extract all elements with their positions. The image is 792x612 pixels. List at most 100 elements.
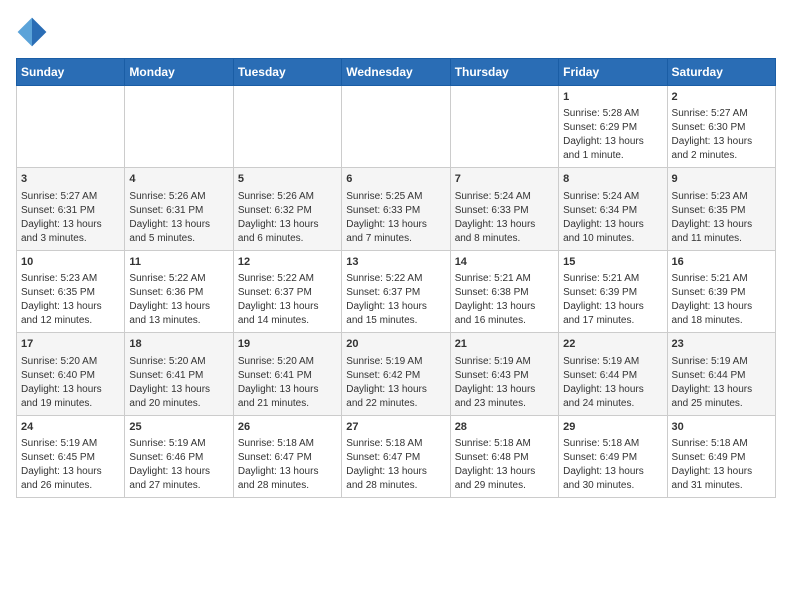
day-number: 8	[563, 172, 662, 187]
day-number: 7	[455, 172, 554, 187]
calendar-cell: 10Sunrise: 5:23 AMSunset: 6:35 PMDayligh…	[17, 250, 125, 332]
day-detail: Sunset: 6:31 PM	[21, 204, 120, 218]
day-detail: and 25 minutes.	[672, 397, 771, 411]
day-detail: Sunrise: 5:22 AM	[129, 272, 228, 286]
day-detail: Sunrise: 5:25 AM	[346, 190, 445, 204]
week-row-3: 10Sunrise: 5:23 AMSunset: 6:35 PMDayligh…	[17, 250, 776, 332]
day-detail: and 29 minutes.	[455, 479, 554, 493]
column-header-saturday: Saturday	[667, 59, 775, 86]
day-detail: Sunrise: 5:24 AM	[563, 190, 662, 204]
day-detail: Sunrise: 5:18 AM	[238, 437, 337, 451]
day-detail: Sunrise: 5:19 AM	[563, 355, 662, 369]
calendar-cell: 22Sunrise: 5:19 AMSunset: 6:44 PMDayligh…	[559, 333, 667, 415]
calendar-cell: 16Sunrise: 5:21 AMSunset: 6:39 PMDayligh…	[667, 250, 775, 332]
day-detail: and 31 minutes.	[672, 479, 771, 493]
day-number: 13	[346, 255, 445, 270]
day-detail: Sunrise: 5:22 AM	[346, 272, 445, 286]
day-detail: Sunset: 6:37 PM	[346, 286, 445, 300]
column-header-thursday: Thursday	[450, 59, 558, 86]
calendar-cell: 4Sunrise: 5:26 AMSunset: 6:31 PMDaylight…	[125, 168, 233, 250]
day-detail: Sunset: 6:38 PM	[455, 286, 554, 300]
day-detail: and 22 minutes.	[346, 397, 445, 411]
calendar-cell: 7Sunrise: 5:24 AMSunset: 6:33 PMDaylight…	[450, 168, 558, 250]
calendar-cell: 15Sunrise: 5:21 AMSunset: 6:39 PMDayligh…	[559, 250, 667, 332]
day-detail: Sunrise: 5:27 AM	[672, 107, 771, 121]
day-detail: and 28 minutes.	[346, 479, 445, 493]
day-detail: Sunset: 6:49 PM	[563, 451, 662, 465]
day-detail: and 15 minutes.	[346, 314, 445, 328]
day-number: 29	[563, 420, 662, 435]
logo	[16, 16, 52, 48]
day-number: 5	[238, 172, 337, 187]
day-detail: Sunset: 6:40 PM	[21, 369, 120, 383]
day-detail: Sunrise: 5:19 AM	[21, 437, 120, 451]
day-number: 30	[672, 420, 771, 435]
day-detail: Daylight: 13 hours	[672, 135, 771, 149]
day-detail: Sunset: 6:45 PM	[21, 451, 120, 465]
day-detail: Sunset: 6:39 PM	[672, 286, 771, 300]
day-detail: Sunrise: 5:27 AM	[21, 190, 120, 204]
day-number: 10	[21, 255, 120, 270]
day-detail: Sunset: 6:49 PM	[672, 451, 771, 465]
day-detail: and 6 minutes.	[238, 232, 337, 246]
day-detail: Sunrise: 5:21 AM	[563, 272, 662, 286]
day-detail: Daylight: 13 hours	[21, 465, 120, 479]
day-number: 6	[346, 172, 445, 187]
calendar-cell	[125, 86, 233, 168]
day-number: 24	[21, 420, 120, 435]
day-detail: Daylight: 13 hours	[21, 300, 120, 314]
day-detail: Sunrise: 5:18 AM	[563, 437, 662, 451]
day-detail: and 8 minutes.	[455, 232, 554, 246]
day-detail: Daylight: 13 hours	[346, 300, 445, 314]
day-detail: Sunrise: 5:21 AM	[672, 272, 771, 286]
day-number: 12	[238, 255, 337, 270]
day-detail: Sunrise: 5:20 AM	[238, 355, 337, 369]
day-detail: and 26 minutes.	[21, 479, 120, 493]
day-detail: Sunset: 6:47 PM	[238, 451, 337, 465]
calendar-cell: 30Sunrise: 5:18 AMSunset: 6:49 PMDayligh…	[667, 415, 775, 497]
day-detail: and 12 minutes.	[21, 314, 120, 328]
day-detail: and 11 minutes.	[672, 232, 771, 246]
day-detail: and 17 minutes.	[563, 314, 662, 328]
day-detail: and 27 minutes.	[129, 479, 228, 493]
day-number: 4	[129, 172, 228, 187]
calendar-cell	[233, 86, 341, 168]
calendar-cell: 28Sunrise: 5:18 AMSunset: 6:48 PMDayligh…	[450, 415, 558, 497]
calendar-cell: 9Sunrise: 5:23 AMSunset: 6:35 PMDaylight…	[667, 168, 775, 250]
day-detail: Daylight: 13 hours	[672, 383, 771, 397]
day-detail: and 1 minute.	[563, 149, 662, 163]
day-detail: and 5 minutes.	[129, 232, 228, 246]
day-detail: Sunset: 6:37 PM	[238, 286, 337, 300]
day-detail: Daylight: 13 hours	[238, 218, 337, 232]
column-header-sunday: Sunday	[17, 59, 125, 86]
calendar-table: SundayMondayTuesdayWednesdayThursdayFrid…	[16, 58, 776, 498]
day-number: 2	[672, 90, 771, 105]
day-number: 19	[238, 337, 337, 352]
week-row-5: 24Sunrise: 5:19 AMSunset: 6:45 PMDayligh…	[17, 415, 776, 497]
day-detail: Sunset: 6:29 PM	[563, 121, 662, 135]
day-detail: Sunrise: 5:22 AM	[238, 272, 337, 286]
day-detail: Daylight: 13 hours	[672, 465, 771, 479]
calendar-cell: 21Sunrise: 5:19 AMSunset: 6:43 PMDayligh…	[450, 333, 558, 415]
week-row-2: 3Sunrise: 5:27 AMSunset: 6:31 PMDaylight…	[17, 168, 776, 250]
day-detail: and 19 minutes.	[21, 397, 120, 411]
day-number: 1	[563, 90, 662, 105]
day-detail: and 28 minutes.	[238, 479, 337, 493]
day-number: 21	[455, 337, 554, 352]
day-detail: and 23 minutes.	[455, 397, 554, 411]
day-detail: and 21 minutes.	[238, 397, 337, 411]
day-detail: Sunrise: 5:19 AM	[129, 437, 228, 451]
column-header-wednesday: Wednesday	[342, 59, 450, 86]
day-detail: Daylight: 13 hours	[455, 383, 554, 397]
day-detail: and 30 minutes.	[563, 479, 662, 493]
calendar-cell: 23Sunrise: 5:19 AMSunset: 6:44 PMDayligh…	[667, 333, 775, 415]
day-detail: Daylight: 13 hours	[238, 383, 337, 397]
calendar-cell: 3Sunrise: 5:27 AMSunset: 6:31 PMDaylight…	[17, 168, 125, 250]
day-number: 17	[21, 337, 120, 352]
day-detail: Daylight: 13 hours	[21, 383, 120, 397]
column-header-monday: Monday	[125, 59, 233, 86]
day-number: 28	[455, 420, 554, 435]
day-detail: and 10 minutes.	[563, 232, 662, 246]
calendar-cell: 20Sunrise: 5:19 AMSunset: 6:42 PMDayligh…	[342, 333, 450, 415]
day-detail: Sunrise: 5:21 AM	[455, 272, 554, 286]
